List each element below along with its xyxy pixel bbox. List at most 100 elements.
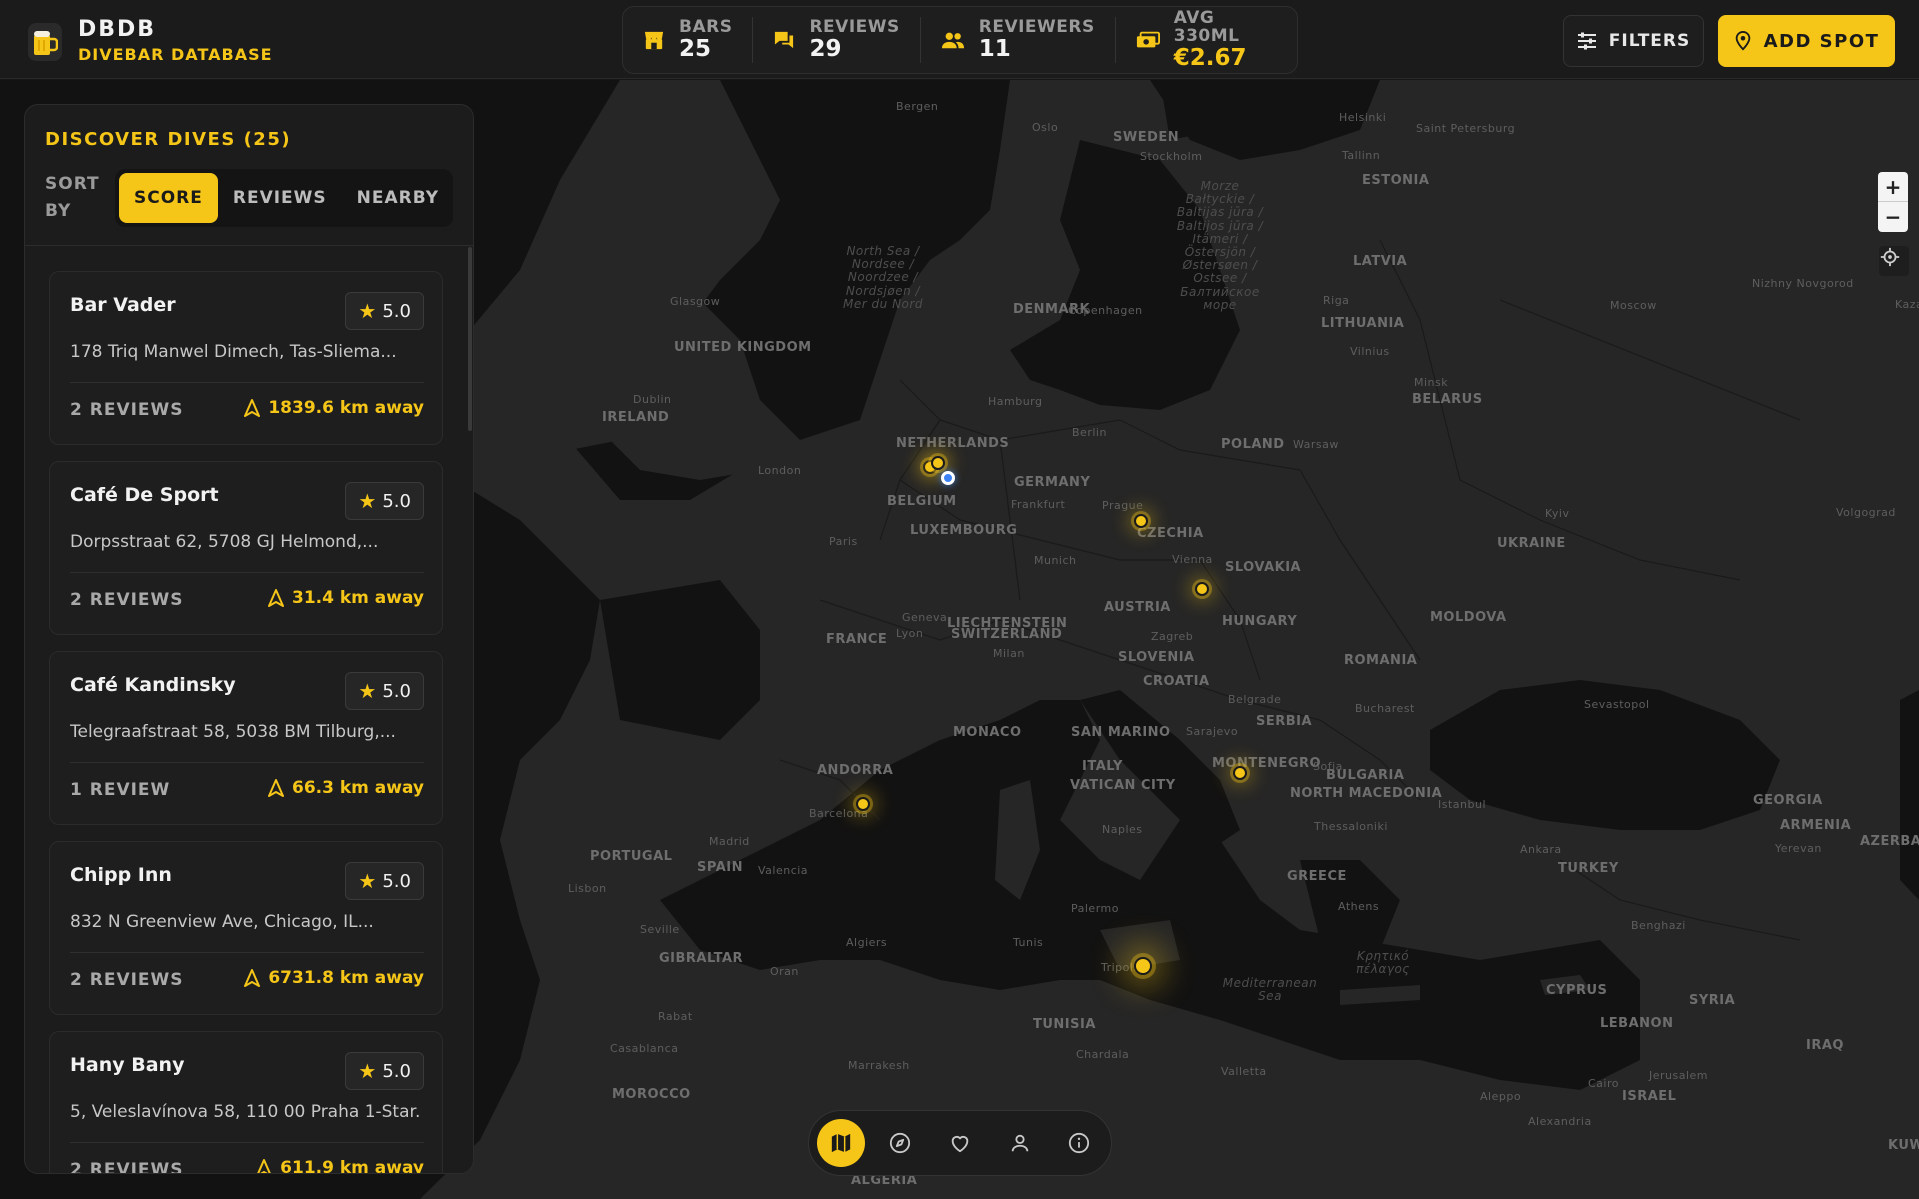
sort-tab-score[interactable]: SCORE (119, 173, 218, 223)
map-label-country: IRAQ (1806, 1038, 1844, 1053)
nav-explore-button[interactable] (877, 1119, 925, 1167)
bar-card[interactable]: Chipp Inn ★ 5.0 832 N Greenview Ave, Chic… (49, 841, 443, 1015)
bar-marker[interactable] (1134, 957, 1152, 975)
map-label-country: SAN MARINO (1071, 725, 1171, 740)
map-label-country: UNITED KINGDOM (674, 340, 812, 355)
brand[interactable]: DBDB DIVEBAR DATABASE (28, 18, 273, 66)
map-label-country: LIECHTENSTEIN (947, 616, 1068, 631)
map-label-city: Rabat (658, 1010, 693, 1023)
map-label-country: BELARUS (1412, 392, 1483, 407)
map-label-city: Oslo (1032, 121, 1059, 134)
map-label-city: Chardala (1076, 1048, 1130, 1061)
current-location-marker (941, 471, 955, 485)
app-subtitle: DIVEBAR DATABASE (78, 45, 273, 65)
map-label-city: Hamburg (988, 395, 1043, 408)
map-label-city: Volgograd (1836, 506, 1896, 519)
map-label-city: Minsk (1414, 376, 1449, 389)
map-label-country: SLOVENIA (1118, 650, 1195, 665)
map-label-city: Kyiv (1545, 507, 1570, 520)
map-label-city: Kazan (1895, 298, 1919, 311)
map-label-country: BELGIUM (887, 494, 957, 509)
map-label-city: Seville (640, 923, 680, 936)
bar-address: 5, Veleslavínova 58, 110 00 Praha 1-Star… (70, 1102, 420, 1122)
map-label-city: Naples (1102, 823, 1143, 836)
map-label-country: IRELAND (602, 410, 670, 425)
map-label-city: Riga (1323, 294, 1350, 307)
nav-favorites-button[interactable] (936, 1119, 984, 1167)
divider (70, 952, 424, 953)
bar-name: Bar Vader (70, 294, 176, 316)
bar-name: Café De Sport (70, 484, 219, 506)
map-label-city: Berlin (1072, 426, 1107, 439)
filters-button[interactable]: FILTERS (1563, 15, 1704, 67)
locate-button[interactable] (1879, 246, 1909, 276)
panel-title: DISCOVER DIVES (25) (45, 129, 292, 150)
sort-tab-reviews[interactable]: REVIEWS (218, 173, 342, 223)
map-label-city: Copenhagen (1068, 304, 1143, 317)
distance-value: 6731.8 km away (268, 968, 424, 988)
map-label-city: Athens (1338, 900, 1380, 913)
zoom-in-button[interactable]: + (1878, 172, 1908, 202)
map-label-city: Vilnius (1350, 345, 1390, 358)
cash-icon (1136, 31, 1160, 48)
nav-map-button[interactable] (817, 1119, 865, 1167)
map-label-country: ROMANIA (1344, 653, 1418, 668)
heart-icon (951, 1136, 969, 1153)
map-label-sea: Κρητικό πέλαγος (1356, 949, 1410, 977)
map-label-city: Madrid (709, 835, 750, 848)
bar-address: 178 Triq Manwel Dimech, Tas-Sliema... (70, 342, 397, 362)
zoom-out-button[interactable]: − (1878, 202, 1908, 232)
map-label-sea: Mediterranean Sea (1222, 976, 1318, 1004)
map-label-city: Valletta (1221, 1065, 1267, 1078)
stat-label: REVIEWS (809, 17, 900, 37)
map-label-country: ESTONIA (1362, 173, 1430, 188)
distance: 6731.8 km away (244, 968, 424, 988)
distance-value: 31.4 km away (291, 588, 424, 608)
bar-marker[interactable] (856, 797, 870, 811)
map-label-city: Zagreb (1151, 630, 1194, 643)
bar-card[interactable]: Bar Vader ★ 5.0 178 Triq Manwel Dimech, T… (49, 271, 443, 445)
bar-marker[interactable] (1195, 582, 1209, 596)
map-icon (831, 1133, 850, 1153)
map-label-city: Bergen (896, 100, 939, 113)
score-badge: ★ 5.0 (345, 862, 424, 900)
map-label-sea: Morze Bałtyckie / Baltijas jūra / Baltij… (1176, 179, 1264, 312)
distance: 1839.6 km away (244, 398, 424, 418)
map-label-country: TUNISIA (1033, 1017, 1096, 1032)
bar-marker[interactable] (1134, 514, 1148, 528)
map-label-city: Casablanca (610, 1042, 679, 1055)
bar-card[interactable]: Café Kandinsky ★ 5.0 Telegraafstraat 58, … (49, 651, 443, 825)
map-label-country: GERMANY (1014, 475, 1091, 490)
nav-profile-button[interactable] (996, 1119, 1044, 1167)
sort-tab-nearby[interactable]: NEARBY (342, 173, 454, 223)
map-label-country: SYRIA (1689, 993, 1736, 1008)
map-label-country: POLAND (1221, 437, 1285, 452)
bar-marker[interactable] (931, 456, 945, 470)
nav-info-button[interactable] (1055, 1119, 1103, 1167)
map-label-country: UKRAINE (1497, 536, 1566, 551)
map-label-city: Moscow (1610, 299, 1657, 312)
bar-name: Hany Bany (70, 1054, 185, 1076)
map-label-city: Tunis (1013, 936, 1044, 949)
list-scrollbar[interactable] (468, 247, 472, 431)
map-label-country: MONTENEGRO (1212, 756, 1322, 771)
bar-card[interactable]: Hany Bany ★ 5.0 5, Veleslavínova 58, 110 … (49, 1031, 443, 1173)
review-count: 2 REVIEWS (70, 970, 184, 990)
star-icon: ★ (358, 1059, 377, 1083)
map-label-city: Oran (770, 965, 799, 978)
map-label-city: Lyon (896, 627, 924, 640)
bar-card[interactable]: Café De Sport ★ 5.0 Dorpsstraat 62, 5708 … (49, 461, 443, 635)
bottom-nav (808, 1110, 1112, 1176)
stats-bar: BARS 25 REVIEWS 29 REVIEWERS 11 AVG 330M… (622, 6, 1298, 74)
divider (70, 382, 424, 383)
bar-name: Café Kandinsky (70, 674, 236, 696)
app-name: DBDB (78, 17, 157, 42)
bar-marker[interactable] (1233, 766, 1247, 780)
add-spot-button[interactable]: ADD SPOT (1718, 15, 1895, 67)
distance-value: 1839.6 km away (268, 398, 424, 418)
map-label-country: ANDORRA (817, 763, 894, 778)
sort-label: SORT BY (45, 174, 100, 222)
divider (70, 1142, 424, 1143)
map-label-city: Prague (1102, 499, 1144, 512)
bar-address: Dorpsstraat 62, 5708 GJ Helmond,... (70, 532, 379, 552)
